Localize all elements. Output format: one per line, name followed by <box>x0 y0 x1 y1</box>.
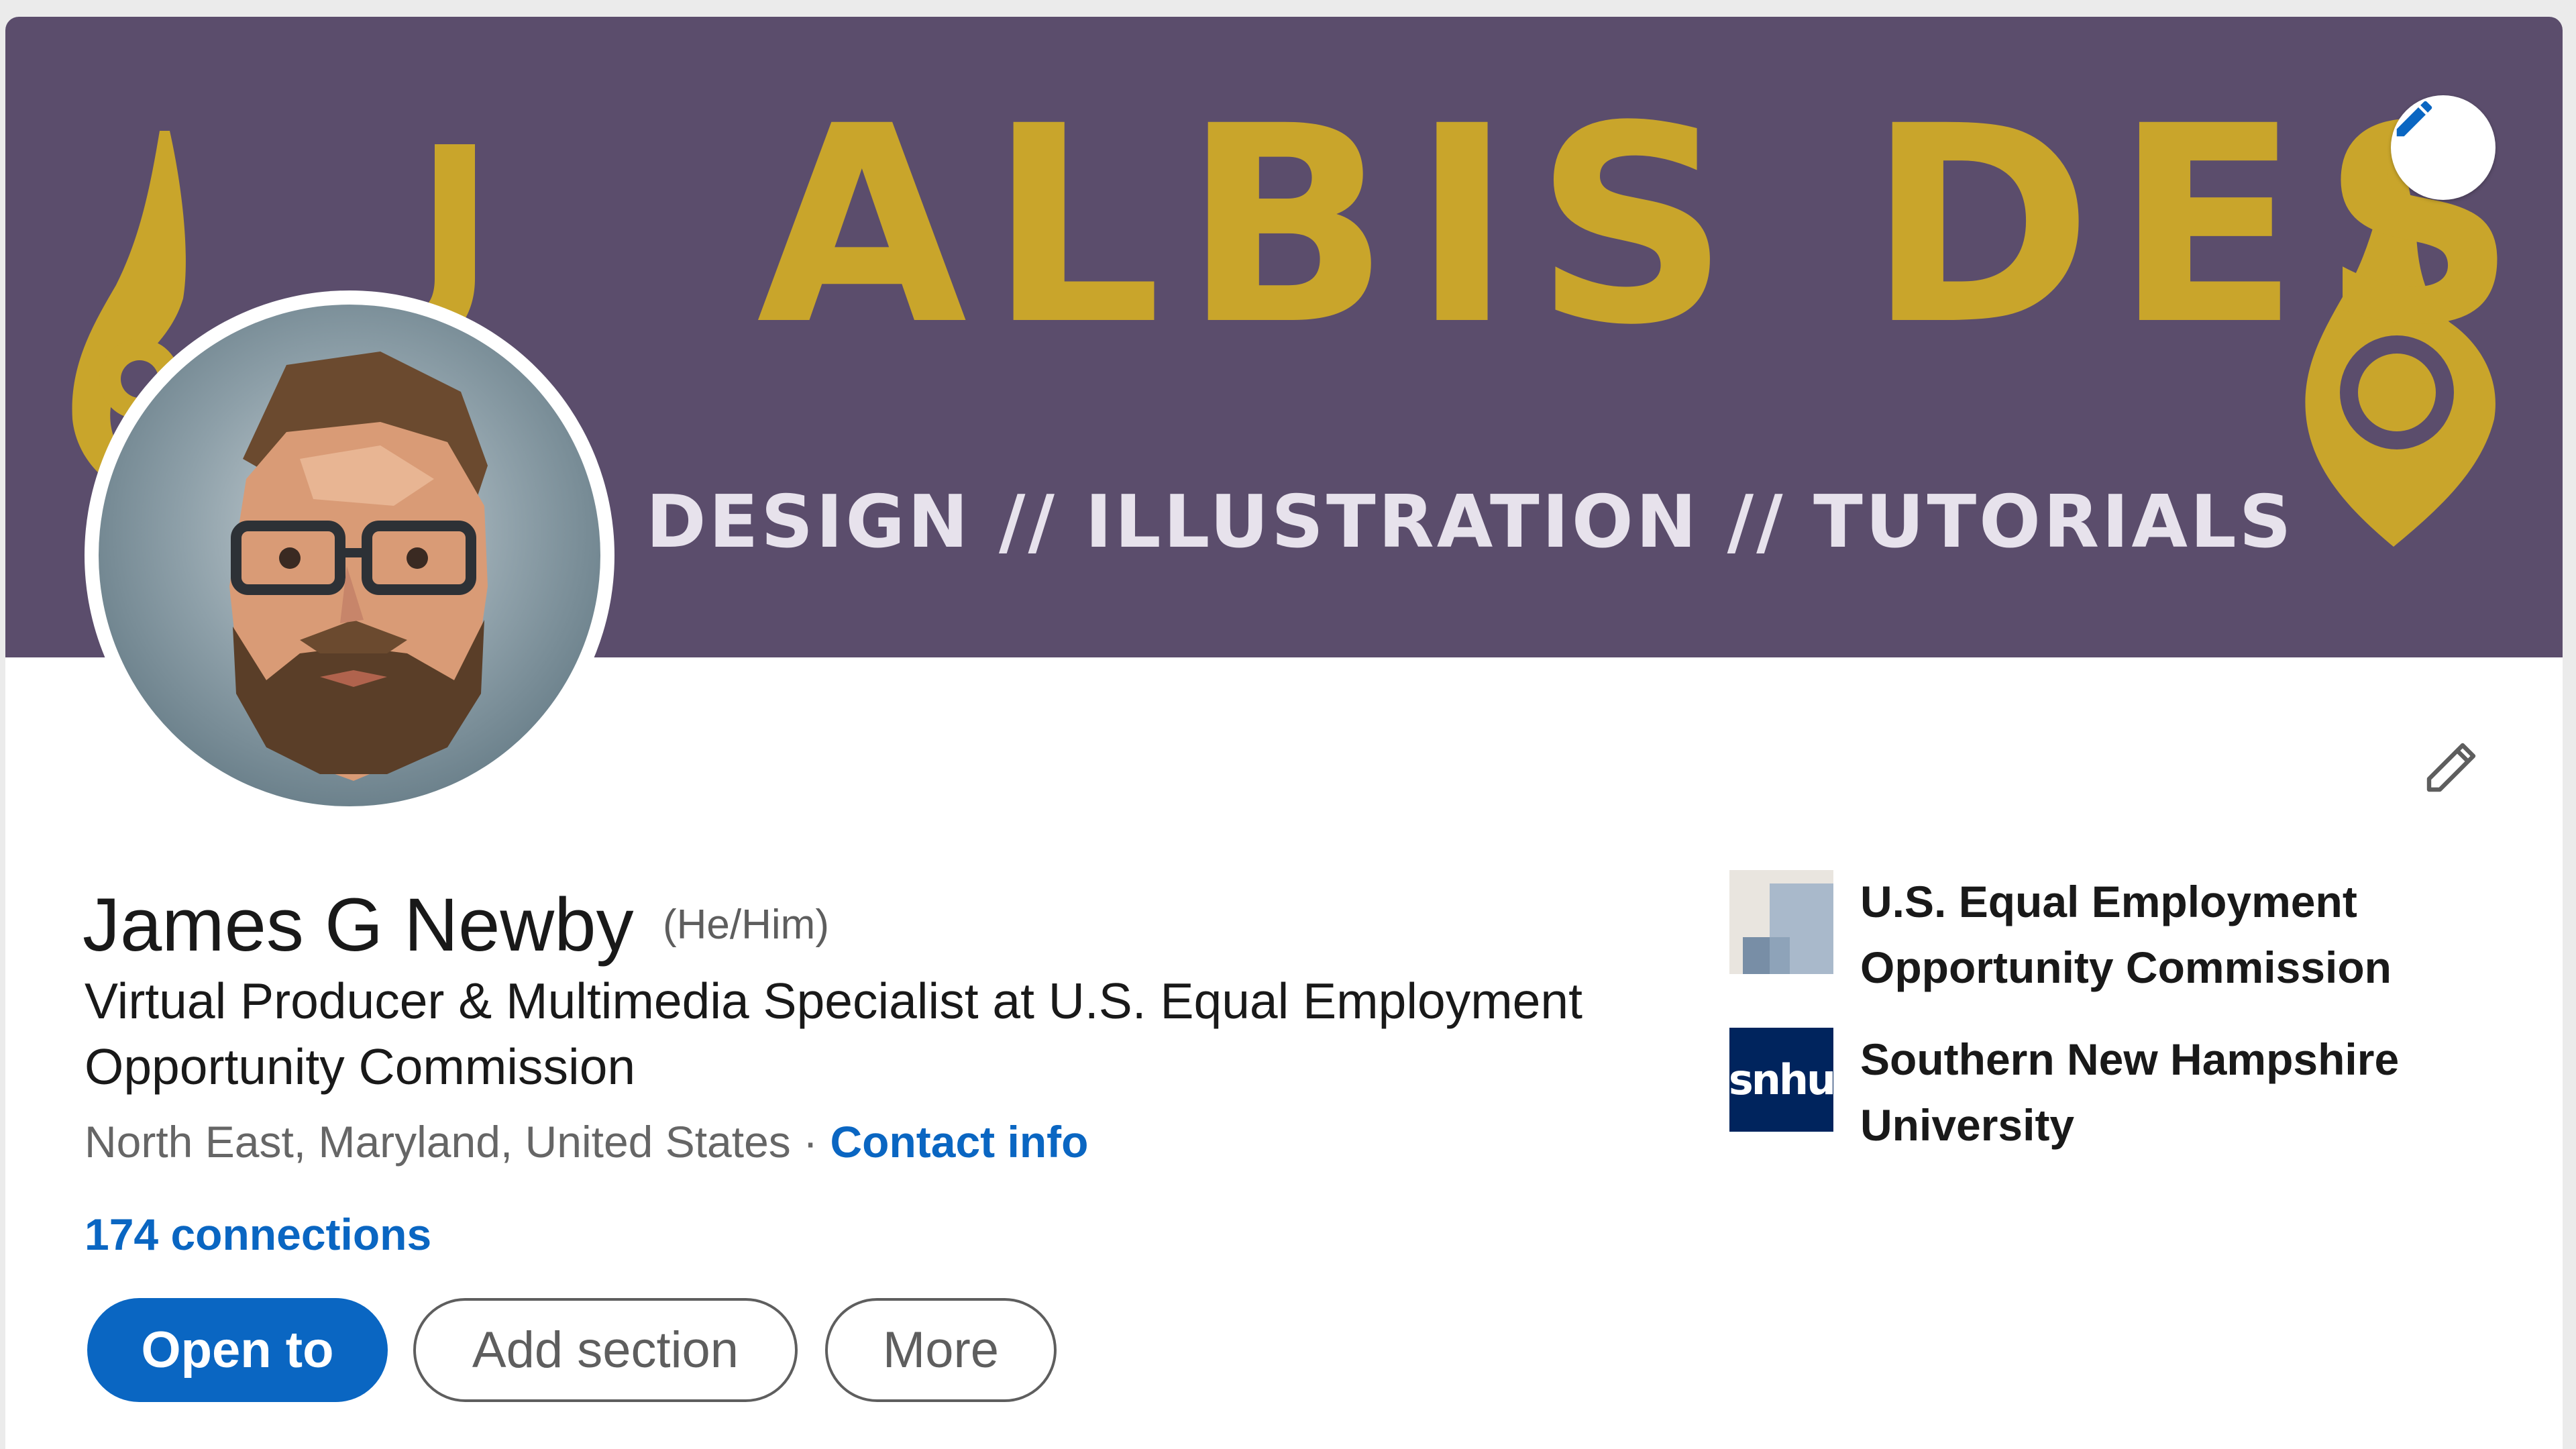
profile-card: ALBIS DESIGN DESIGN // ILLUSTRATION // T… <box>5 17 2563 1449</box>
pencil-icon <box>2426 743 2476 792</box>
avatar <box>99 305 600 806</box>
location-row: North East, Maryland, United States · Co… <box>85 1116 1088 1169</box>
company-name: U.S. Equal Employment Opportunity Commis… <box>1860 877 2392 992</box>
profile-name: James G Newby <box>83 883 634 967</box>
add-section-button[interactable]: Add section <box>413 1298 798 1402</box>
profile-pronouns: (He/Him) <box>663 902 829 948</box>
avatar-portrait <box>229 352 488 781</box>
banner-subtitle: DESIGN // ILLUSTRATION // TUTORIALS <box>646 480 2294 564</box>
education-school[interactable]: snhu Southern New Hampshire University <box>1729 1026 2531 1158</box>
edit-intro-button[interactable] <box>2407 724 2494 812</box>
connections-link[interactable]: 174 connections <box>85 1208 431 1261</box>
contact-info-link[interactable]: Contact info <box>830 1117 1088 1167</box>
school-logo-text: snhu <box>1729 1055 1833 1104</box>
open-to-button[interactable]: Open to <box>87 1298 388 1402</box>
edit-banner-button[interactable] <box>2391 95 2496 200</box>
pencil-icon <box>2396 101 2432 137</box>
profile-headline: Virtual Producer & Multimedia Specialist… <box>85 973 1582 1095</box>
profile-location: North East, Maryland, United States <box>85 1117 791 1167</box>
school-logo: snhu <box>1729 1028 1833 1132</box>
school-name: Southern New Hampshire University <box>1860 1034 2400 1150</box>
profile-photo[interactable] <box>85 290 614 820</box>
separator-dot: · <box>803 1117 830 1167</box>
banner-title: ALBIS DESIGN <box>757 68 2563 384</box>
current-company[interactable]: U.S. Equal Employment Opportunity Commis… <box>1729 869 2531 1000</box>
more-button[interactable]: More <box>825 1298 1057 1402</box>
company-logo-placeholder-icon <box>1729 870 1833 974</box>
